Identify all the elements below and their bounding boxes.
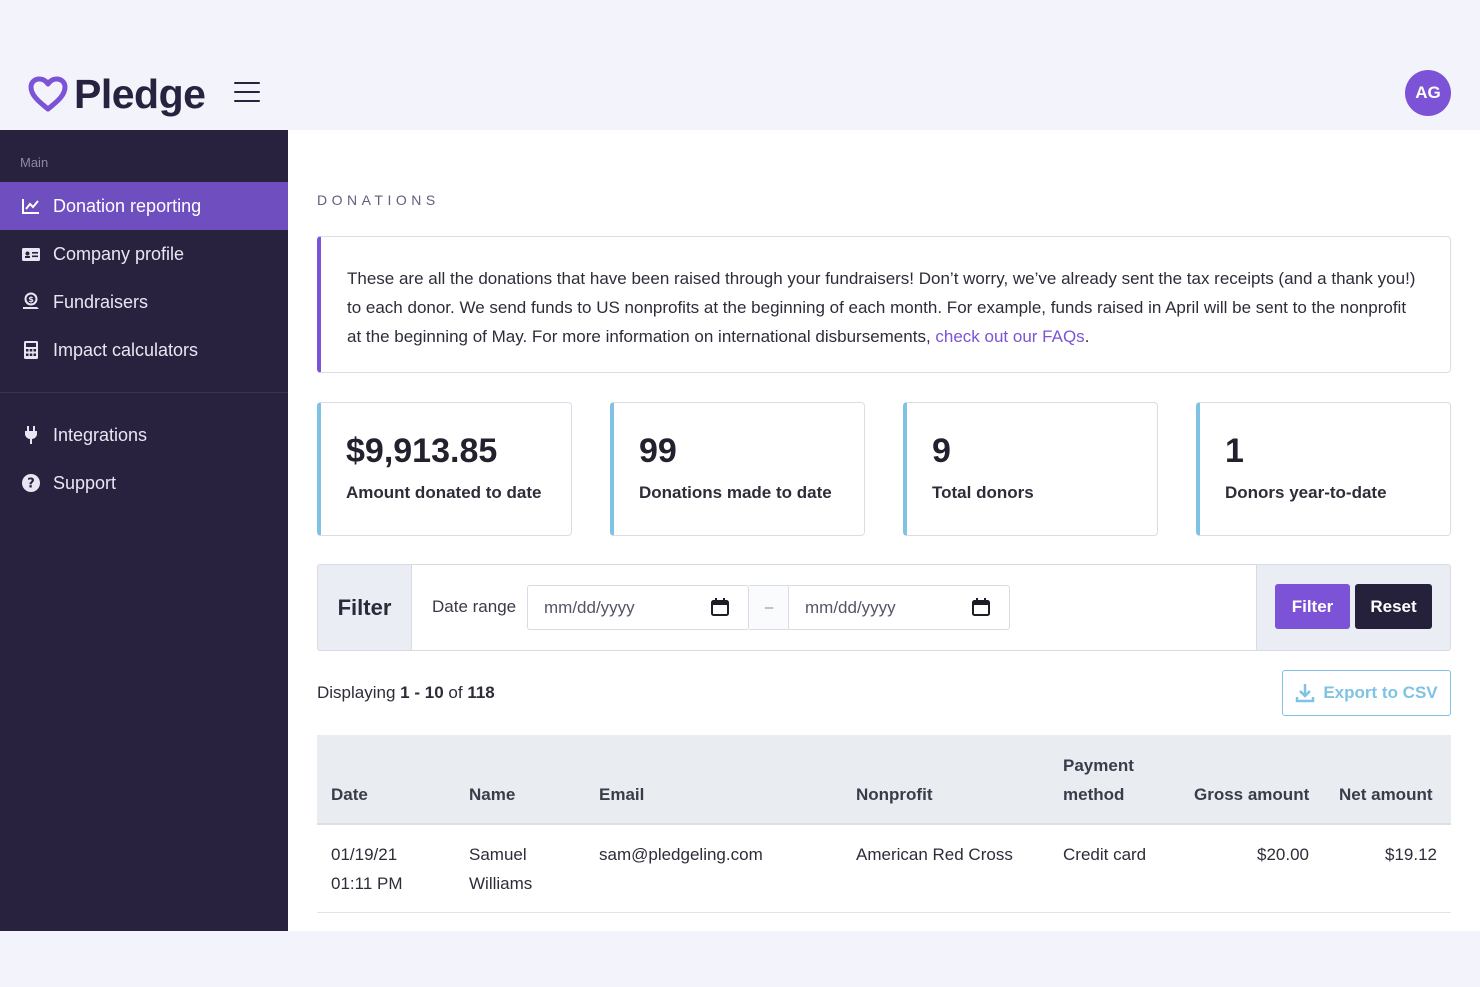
stat-value: 9 xyxy=(932,432,951,470)
pledge-logo[interactable]: Pledge xyxy=(28,71,206,117)
payment-header-line1: Payment xyxy=(1063,756,1134,775)
table-header: Date Name Email Nonprofit Payment method… xyxy=(317,735,1451,825)
display-prefix: Displaying xyxy=(317,683,396,702)
column-header-net-amount[interactable]: Net amount xyxy=(1339,780,1433,809)
display-range: 1 - 10 xyxy=(400,683,444,702)
cell-name: Samuel Williams xyxy=(469,840,532,898)
sidebar-item-label: Support xyxy=(53,472,117,493)
sidebar-item-label: Impact calculators xyxy=(53,339,199,360)
stat-card-total-donors: 9 Total donors xyxy=(903,402,1158,536)
end-date-placeholder: mm/dd/yyyy xyxy=(805,598,896,617)
export-label: Export to CSV xyxy=(1323,683,1438,702)
column-header-payment-method[interactable]: Payment method xyxy=(1063,751,1134,809)
sidebar-item-label: Company profile xyxy=(53,243,185,264)
notice-suffix: . xyxy=(1084,327,1090,346)
end-date-input[interactable]: mm/dd/yyyy xyxy=(788,585,1010,630)
calculator-icon xyxy=(20,339,42,361)
start-date-placeholder: mm/dd/yyyy xyxy=(544,598,635,617)
stat-label: Donors year-to-date xyxy=(1225,483,1387,502)
cell-date: 01/19/21 01:11 PM xyxy=(331,840,403,898)
plug-icon xyxy=(20,424,42,446)
sidebar-item-fundraisers[interactable]: $ Fundraisers xyxy=(0,278,288,326)
reset-button[interactable]: Reset xyxy=(1355,584,1432,629)
svg-text:$: $ xyxy=(28,295,34,304)
sidebar-item-impact-calculators[interactable]: Impact calculators xyxy=(0,326,288,374)
display-of: of xyxy=(448,683,463,702)
sidebar: Main Donation reporting Company profile … xyxy=(0,130,288,931)
filter-actions: Filter Reset xyxy=(1256,565,1450,650)
export-csv-button[interactable]: Export to CSV xyxy=(1282,670,1451,716)
stat-label: Amount donated to date xyxy=(346,483,542,502)
stats-row: $9,913.85 Amount donated to date 99 Dona… xyxy=(317,402,1451,536)
filter-title: Filter xyxy=(318,565,412,650)
sidebar-item-donation-reporting[interactable]: Donation reporting xyxy=(0,182,288,230)
page-title: DONATIONS xyxy=(317,192,440,208)
main-content: DONATIONS These are all the donations th… xyxy=(288,130,1480,931)
column-header-date[interactable]: Date xyxy=(331,780,368,809)
stat-value: 99 xyxy=(639,432,677,470)
cell-gross-amount: $20.00 xyxy=(1257,845,1309,864)
info-notice: These are all the donations that have be… xyxy=(317,236,1451,373)
svg-text:?: ? xyxy=(27,477,35,492)
id-card-icon xyxy=(20,243,42,265)
sidebar-item-label: Donation reporting xyxy=(53,195,202,216)
payment-header-line2: method xyxy=(1063,785,1125,804)
calendar-icon[interactable] xyxy=(710,597,730,617)
stat-card-donations-made: 99 Donations made to date xyxy=(610,402,865,536)
chart-line-icon xyxy=(20,195,42,217)
display-total: 118 xyxy=(467,683,495,702)
sidebar-item-integrations[interactable]: Integrations xyxy=(0,411,288,459)
hamburger-menu-icon[interactable] xyxy=(234,82,260,104)
cell-payment-method: Credit card xyxy=(1063,845,1147,864)
app-frame: Pledge AG Main Donation reporting Compan… xyxy=(0,0,1480,987)
cell-date-day: 01/19/21 xyxy=(331,845,398,864)
calendar-icon[interactable] xyxy=(971,597,991,617)
display-count: Displaying 1 - 10 of 118 xyxy=(317,683,495,703)
top-header: Pledge AG xyxy=(0,52,1480,130)
sidebar-item-label: Fundraisers xyxy=(53,291,149,312)
sidebar-item-label: Integrations xyxy=(53,424,148,445)
start-date-input[interactable]: mm/dd/yyyy xyxy=(527,585,749,630)
cell-last-name: Williams xyxy=(469,874,533,893)
stat-card-donors-ytd: 1 Donors year-to-date xyxy=(1196,402,1451,536)
stat-label: Donations made to date xyxy=(639,483,832,502)
sidebar-item-support[interactable]: ? Support xyxy=(0,459,288,507)
cell-email: sam@pledgeling.com xyxy=(599,845,763,864)
cell-net-amount: $19.12 xyxy=(1385,845,1437,864)
faq-link[interactable]: check out our FAQs xyxy=(935,327,1084,346)
hand-coin-icon: $ xyxy=(20,291,42,313)
column-header-email[interactable]: Email xyxy=(599,780,644,809)
column-header-name[interactable]: Name xyxy=(469,780,515,809)
user-avatar[interactable]: AG xyxy=(1405,70,1451,116)
column-header-nonprofit[interactable]: Nonprofit xyxy=(856,780,932,809)
cell-date-time: 01:11 PM xyxy=(331,874,403,893)
filter-fields: Date range mm/dd/yyyy – mm/dd/yyyy xyxy=(412,565,1256,650)
cell-first-name: Samuel xyxy=(469,845,527,864)
date-range-label: Date range xyxy=(432,597,517,616)
download-icon xyxy=(1296,684,1315,703)
stat-card-amount-donated: $9,913.85 Amount donated to date xyxy=(317,402,572,536)
cell-nonprofit: American Red Cross xyxy=(856,845,1013,864)
filter-button[interactable]: Filter xyxy=(1275,584,1350,629)
filter-bar: Filter Date range mm/dd/yyyy – mm/dd/yyy… xyxy=(317,564,1451,651)
stat-value: $9,913.85 xyxy=(346,432,498,470)
notice-text: These are all the donations that have be… xyxy=(347,269,1416,346)
sidebar-section-label: Main xyxy=(20,155,49,170)
table-row[interactable]: 01/19/21 01:11 PM Samuel Williams sam@pl… xyxy=(317,825,1451,913)
sidebar-item-company-profile[interactable]: Company profile xyxy=(0,230,288,278)
stat-label: Total donors xyxy=(932,483,1034,502)
logo-text: Pledge xyxy=(74,71,206,117)
date-range-separator: – xyxy=(749,585,789,630)
question-circle-icon: ? xyxy=(20,472,42,494)
stat-value: 1 xyxy=(1225,432,1244,470)
column-header-gross-amount[interactable]: Gross amount xyxy=(1194,780,1309,809)
sidebar-divider xyxy=(0,392,288,393)
heart-logo-icon xyxy=(28,76,68,112)
